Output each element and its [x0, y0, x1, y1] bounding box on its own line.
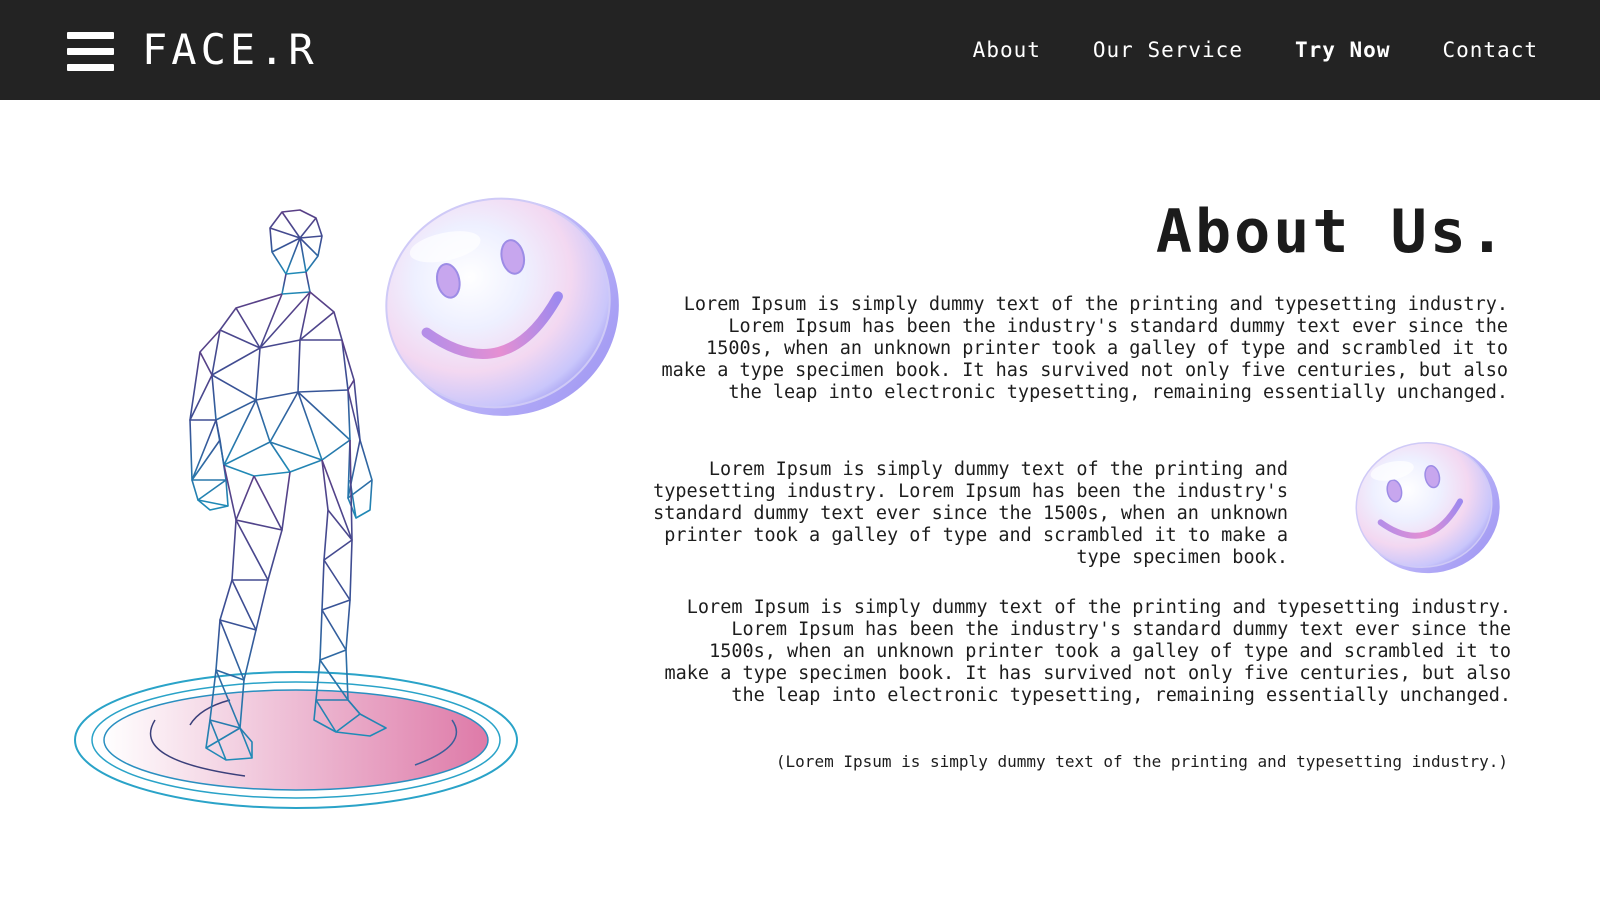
nav-link-try-now[interactable]: Try Now [1295, 36, 1391, 64]
wireframe-figure-illustration [74, 197, 619, 809]
nav-link-about[interactable]: About [973, 36, 1041, 64]
page-title: About Us. [1155, 197, 1508, 267]
menu-bar-line [67, 64, 114, 71]
holographic-smiley-small-icon [1355, 441, 1500, 574]
menu-bar-line [67, 48, 114, 55]
about-paragraph-3: Lorem Ipsum is simply dummy text of the … [664, 597, 1511, 706]
about-paragraph-1: Lorem Ipsum is simply dummy text of the … [661, 294, 1508, 403]
main-nav: About Our Service Try Now Contact [973, 36, 1538, 64]
top-navigation-bar: FACE.R About Our Service Try Now Contact [0, 0, 1600, 100]
footnote-text: (Lorem Ipsum is simply dummy text of the… [775, 752, 1508, 771]
about-paragraph-2: Lorem Ipsum is simply dummy text of the … [653, 459, 1288, 568]
menu-bar-line [67, 32, 114, 39]
hamburger-menu-icon[interactable] [67, 32, 114, 72]
site-logo[interactable]: FACE.R [142, 26, 318, 74]
wireframe-human-figure [189, 209, 387, 761]
nav-link-our-service[interactable]: Our Service [1093, 36, 1243, 64]
nav-link-contact[interactable]: Contact [1442, 36, 1538, 64]
pink-gradient-platform [74, 671, 518, 809]
holographic-smiley-icon [385, 197, 619, 416]
